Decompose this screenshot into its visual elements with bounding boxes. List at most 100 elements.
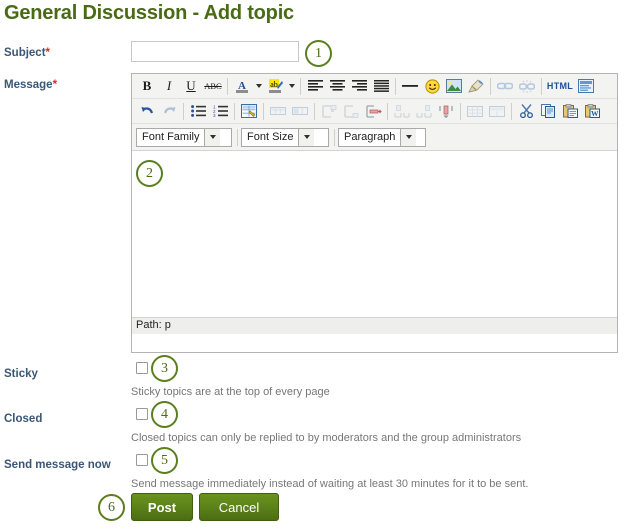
background-color-icon[interactable]: ab [264, 76, 286, 97]
toolbar-separator [227, 77, 228, 95]
align-justify-icon[interactable] [370, 76, 392, 97]
annotation-marker-5: 5 [151, 447, 178, 474]
chevron-down-icon[interactable] [204, 128, 221, 146]
split-cells-icon[interactable] [464, 101, 486, 122]
add-topic-page: General Discussion - Add topic Subject* … [0, 0, 636, 529]
toolbar-separator [334, 128, 335, 146]
sticky-checkbox[interactable] [136, 362, 148, 374]
subject-label: Subject* [4, 47, 50, 59]
delete-column-icon[interactable] [435, 101, 457, 122]
annotation-marker-6: 6 [98, 494, 125, 521]
send-message-now-help-text: Send message immediately instead of wait… [131, 478, 529, 490]
toolbar-separator [511, 102, 512, 120]
message-label: Message* [4, 79, 57, 91]
paste-icon[interactable] [559, 101, 581, 122]
underline-icon[interactable]: U [180, 76, 202, 97]
message-label-text: Message [4, 79, 53, 91]
message-editor[interactable]: B I U ABC A ab HTML 1 2 3 W Font Family … [131, 73, 618, 353]
editor-path-bar: Path: p [132, 317, 617, 334]
redo-icon[interactable] [158, 101, 180, 122]
text-color-icon[interactable]: A [231, 76, 253, 97]
sticky-label: Sticky [4, 368, 38, 380]
annotation-marker-2: 2 [136, 160, 163, 187]
closed-label-text: Closed [4, 413, 43, 425]
send-message-now-label: Send message now [4, 459, 111, 471]
subject-label-text: Subject [4, 47, 46, 59]
text-color-dropdown-arrow[interactable] [253, 76, 264, 97]
toolbar-separator [263, 102, 264, 120]
paragraph-format-value: Paragraph [344, 131, 396, 143]
svg-text:W: W [590, 109, 598, 118]
numbered-list-icon[interactable]: 1 2 3 [209, 101, 231, 122]
font-size-select[interactable]: Font Size [241, 127, 329, 147]
background-color-dropdown-arrow[interactable] [286, 76, 297, 97]
toolbar-separator [395, 77, 396, 95]
italic-icon[interactable]: I [158, 76, 180, 97]
post-button[interactable]: Post [131, 493, 193, 521]
annotation-marker-4: 4 [151, 401, 178, 428]
subject-required-mark: * [45, 47, 51, 59]
toolbar-separator [460, 102, 461, 120]
paragraph-format-select[interactable]: Paragraph [338, 127, 426, 147]
cut-icon[interactable] [515, 101, 537, 122]
copy-icon[interactable] [537, 101, 559, 122]
fullscreen-icon[interactable] [575, 76, 597, 97]
send-message-now-label-text: Send message now [4, 459, 111, 471]
align-center-icon[interactable] [326, 76, 348, 97]
merge-cells-icon[interactable] [486, 101, 508, 122]
toolbar-separator [314, 102, 315, 120]
message-content-area[interactable]: Path: p [132, 151, 617, 334]
toolbar-separator [234, 102, 235, 120]
undo-icon[interactable] [136, 101, 158, 122]
bullet-list-icon[interactable] [187, 101, 209, 122]
closed-label: Closed [4, 413, 42, 425]
closed-help-text: Closed topics can only be replied to by … [131, 432, 522, 444]
svg-text:ab: ab [270, 80, 278, 89]
table-row-properties-icon[interactable] [267, 101, 289, 122]
chevron-down-icon[interactable] [400, 128, 417, 146]
insert-column-before-icon[interactable] [391, 101, 413, 122]
chevron-down-icon[interactable] [298, 128, 315, 146]
font-size-value: Font Size [247, 131, 294, 143]
align-right-icon[interactable] [348, 76, 370, 97]
bold-icon[interactable]: B [136, 76, 158, 97]
sticky-label-text: Sticky [4, 368, 38, 380]
delete-row-icon[interactable] [362, 101, 384, 122]
editor-toolbar-row-2: 1 2 3 W [132, 99, 617, 124]
send-message-now-checkbox[interactable] [136, 454, 148, 466]
font-family-select[interactable]: Font Family [136, 127, 232, 147]
toolbar-separator [541, 77, 542, 95]
subject-input[interactable] [131, 41, 299, 62]
insert-row-before-icon[interactable] [318, 101, 340, 122]
toolbar-separator [300, 77, 301, 95]
sticky-help-text: Sticky topics are at the top of every pa… [131, 386, 330, 398]
insert-row-after-icon[interactable] [340, 101, 362, 122]
paste-from-word-icon[interactable]: W [581, 101, 603, 122]
toolbar-separator [237, 128, 238, 146]
insert-column-after-icon[interactable] [413, 101, 435, 122]
toolbar-separator [387, 102, 388, 120]
editor-toolbar-row-3: Font Family Font Size Paragraph [132, 124, 617, 151]
annotation-marker-1: 1 [305, 40, 332, 67]
toolbar-separator [183, 102, 184, 120]
toolbar-separator [490, 77, 491, 95]
clean-formatting-icon[interactable] [465, 76, 487, 97]
align-left-icon[interactable] [304, 76, 326, 97]
unlink-icon[interactable] [516, 76, 538, 97]
strikethrough-icon[interactable]: ABC [202, 76, 224, 97]
message-required-mark: * [52, 79, 58, 91]
annotation-marker-3: 3 [151, 355, 178, 382]
cancel-button[interactable]: Cancel [199, 493, 279, 521]
insert-link-icon[interactable] [494, 76, 516, 97]
closed-checkbox[interactable] [136, 408, 148, 420]
edit-html-icon[interactable]: HTML [545, 76, 575, 97]
insert-table-icon[interactable] [238, 101, 260, 122]
svg-text:3: 3 [213, 113, 216, 117]
table-cell-properties-icon[interactable] [289, 101, 311, 122]
emoticon-icon[interactable] [421, 76, 443, 97]
insert-image-icon[interactable] [443, 76, 465, 97]
editor-toolbar-row-1: B I U ABC A ab HTML [132, 74, 617, 99]
page-title: General Discussion - Add topic [4, 2, 294, 24]
font-family-value: Font Family [142, 131, 200, 143]
horizontal-rule-icon[interactable] [399, 76, 421, 97]
